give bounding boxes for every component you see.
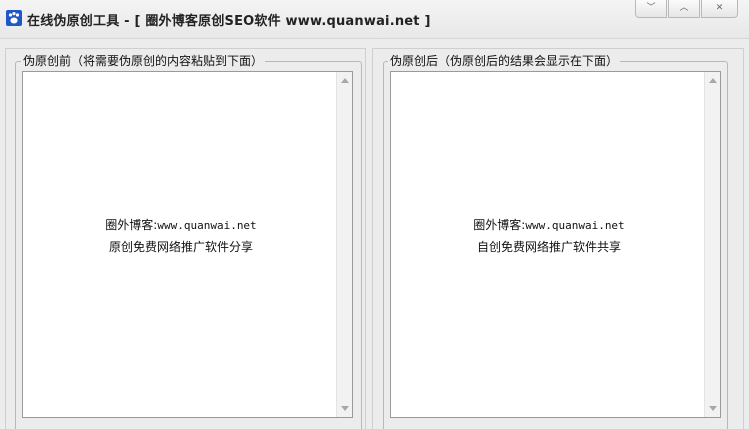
maximize-button[interactable]: ︿ <box>668 0 700 18</box>
scroll-down-icon[interactable] <box>341 406 349 411</box>
input-text-content: 圈外博客:www.quanwai.net 原创免费网络推广软件分享 <box>23 215 339 257</box>
output-line1-label: 圈外博客: <box>473 218 526 232</box>
input-line1-label: 圈外博客: <box>105 218 158 232</box>
title-bar[interactable]: 在线伪原创工具 - [ 圈外博客原创SEO软件 www.quanwai.net … <box>0 0 749 39</box>
input-line2: 原创免费网络推广软件分享 <box>108 240 253 254</box>
close-button[interactable]: ✕ <box>701 0 738 18</box>
input-textarea[interactable]: 圈外博客:www.quanwai.net 原创免费网络推广软件分享 <box>22 71 353 418</box>
output-scrollbar[interactable] <box>704 72 720 417</box>
output-text-content: 圈外博客:www.quanwai.net 自创免费网络推广软件共享 <box>391 215 707 257</box>
output-line2: 自创免费网络推广软件共享 <box>476 240 621 254</box>
paw-icon <box>6 10 22 26</box>
input-line1-url: www.quanwai.net <box>157 219 257 232</box>
input-scrollbar[interactable] <box>336 72 352 417</box>
output-textarea[interactable]: 圈外博客:www.quanwai.net 自创免费网络推广软件共享 <box>390 71 721 418</box>
window-title: 在线伪原创工具 - [ 圈外博客原创SEO软件 www.quanwai.net … <box>27 14 431 29</box>
input-groupbox-label: 伪原创前（将需要伪原创的内容粘贴到下面） <box>21 52 266 69</box>
output-line1-url: www.quanwai.net <box>525 219 625 232</box>
scroll-up-icon[interactable] <box>341 78 349 83</box>
scroll-up-icon[interactable] <box>709 78 717 83</box>
minimize-button[interactable]: ﹀ <box>635 0 667 18</box>
output-groupbox-label: 伪原创后（伪原创后的结果会显示在下面） <box>388 52 621 69</box>
scroll-down-icon[interactable] <box>709 406 717 411</box>
